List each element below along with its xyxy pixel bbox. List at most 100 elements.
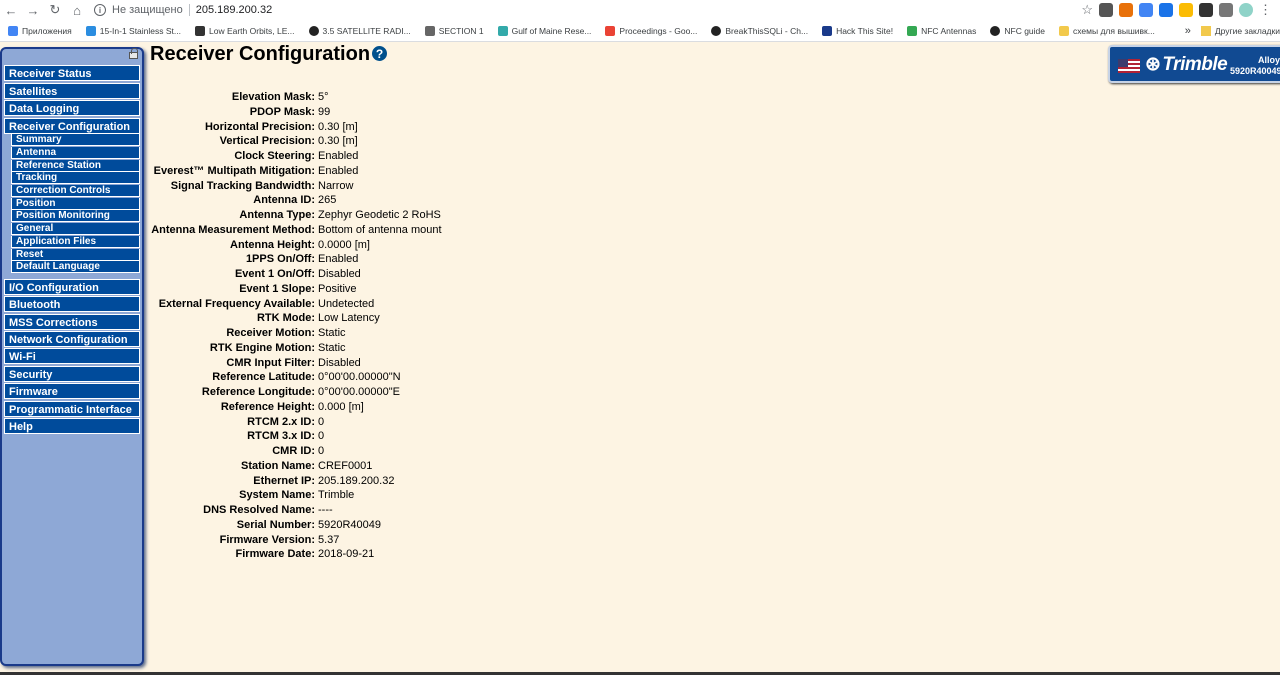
config-row: Station Name: CREF0001 xyxy=(150,459,650,474)
config-row: Reference Longitude: 0°00'00.00000"E xyxy=(150,385,650,400)
profile-avatar[interactable] xyxy=(1239,3,1253,17)
sidebar-subitem-reset[interactable]: Reset xyxy=(11,249,140,261)
url-text[interactable]: 205.189.200.32 xyxy=(196,4,272,16)
bookmark-item[interactable]: схемы для вышивк... xyxy=(1059,25,1155,36)
bookmark-item[interactable]: Low Earth Orbits, LE... xyxy=(195,25,295,36)
sidebar-subitem-position[interactable]: Position xyxy=(11,198,140,210)
extension-icon-1[interactable] xyxy=(1099,3,1113,17)
config-row: Signal Tracking Bandwidth: Narrow xyxy=(150,179,650,194)
star-icon[interactable]: ☆ xyxy=(1081,2,1093,18)
lock-icon[interactable] xyxy=(129,48,138,59)
bookmark-item[interactable]: Gulf of Maine Rese... xyxy=(497,25,591,36)
home-icon[interactable]: ⌂ xyxy=(66,0,88,20)
config-row: External Frequency Available: Undetected xyxy=(150,297,650,312)
config-row: PDOP Mask: 99 xyxy=(150,105,650,120)
menu-kebab-icon[interactable]: ⋮ xyxy=(1259,2,1272,18)
bookmarks-bar: Приложения 15-In-1 Stainless St... Low E… xyxy=(0,20,1280,42)
config-value: Enabled xyxy=(318,164,359,177)
config-value: 0.30 [m] xyxy=(318,120,358,133)
sidebar-item-programmatic-interface[interactable]: Programmatic Interface xyxy=(4,401,140,417)
sidebar-item-network-configuration[interactable]: Network Configuration xyxy=(4,331,140,347)
sidebar-subitem-position-monitoring[interactable]: Position Monitoring xyxy=(11,210,140,222)
config-label: RTCM 2.x ID: xyxy=(247,415,315,428)
config-label: Reference Longitude: xyxy=(201,386,315,398)
config-label: Horizontal Precision: xyxy=(204,120,315,133)
sidebar-item-receiver-configuration[interactable]: Receiver Configuration xyxy=(4,118,140,134)
bookmark-item[interactable]: NFC Antennas xyxy=(907,25,976,36)
sidebar-item-receiver-status[interactable]: Receiver Status xyxy=(4,65,140,81)
sidebar-item-bluetooth[interactable]: Bluetooth xyxy=(4,296,140,312)
extension-icon-7[interactable] xyxy=(1219,3,1233,17)
sidebar-subitem-correction-controls[interactable]: Correction Controls xyxy=(11,185,140,197)
config-value: Zephyr Geodetic 2 RoHS xyxy=(318,209,441,221)
config-label: Reference Height: xyxy=(220,400,315,413)
sidebar-subitem-general[interactable]: General xyxy=(11,223,140,235)
sidebar-item-firmware[interactable]: Firmware xyxy=(4,383,140,399)
sidebar-item-help[interactable]: Help xyxy=(4,418,140,434)
bookmark-item[interactable]: NFC guide xyxy=(990,25,1045,36)
config-row: Vertical Precision: 0.30 [m] xyxy=(150,134,650,149)
config-row: Firmware Version: 5.37 xyxy=(150,533,650,548)
extension-icon-6[interactable] xyxy=(1199,3,1213,17)
config-value: Undetected xyxy=(318,297,375,310)
config-row: Antenna ID: 265 xyxy=(150,193,650,208)
bookmark-item[interactable]: BreakThisSQLi - Ch... xyxy=(711,25,808,36)
help-icon[interactable]: ? xyxy=(372,46,388,61)
extension-icon-3[interactable] xyxy=(1139,3,1153,17)
brand-logo: ⊛ Trimble xyxy=(1145,54,1228,75)
config-value: 5.37 xyxy=(318,533,340,546)
bookmark-item[interactable]: Hack This Site! xyxy=(822,25,893,36)
config-value: Disabled xyxy=(318,356,361,369)
sidebar-subitem-reference-station[interactable]: Reference Station xyxy=(11,160,140,172)
security-label: Не защищено xyxy=(112,4,183,16)
apps-grid-icon xyxy=(8,25,18,36)
bookmark-item[interactable]: Proceedings - Goo... xyxy=(605,25,697,36)
config-label: Signal Tracking Bandwidth: xyxy=(170,179,315,192)
model-name: Alloy xyxy=(1258,55,1280,65)
config-value: Static xyxy=(318,327,346,339)
bookmark-apps[interactable]: Приложения xyxy=(8,25,72,36)
page-title-text: Receiver Configuration xyxy=(150,43,371,65)
page-title: Receiver Configuration ? xyxy=(150,43,388,66)
config-label: CMR ID: xyxy=(272,445,315,457)
sidebar-subitem-application-files[interactable]: Application Files xyxy=(11,236,140,248)
extension-icon-5[interactable] xyxy=(1179,3,1193,17)
config-row: RTK Engine Motion: Static xyxy=(150,341,650,356)
github-icon xyxy=(711,25,722,36)
config-row: Event 1 Slope: Positive xyxy=(150,282,650,297)
sidebar-subitem-antenna[interactable]: Antenna xyxy=(11,147,140,159)
config-label: Ethernet IP: xyxy=(253,474,315,487)
config-value: Disabled xyxy=(318,268,361,280)
config-label: Event 1 Slope: xyxy=(239,282,315,295)
config-row: Elevation Mask: 5° xyxy=(150,90,650,105)
config-value: Enabled xyxy=(318,150,359,162)
config-label: Serial Number: xyxy=(236,518,315,531)
bookmark-item[interactable]: 3.5 SATELLITE RADI... xyxy=(308,25,411,36)
reload-icon[interactable]: ↻ xyxy=(44,0,66,20)
address-bar[interactable]: i Не защищено 205.189.200.32 xyxy=(94,1,272,19)
sidebar-item-wifi[interactable]: Wi-Fi xyxy=(4,348,140,364)
sidebar-subitem-default-language[interactable]: Default Language xyxy=(11,261,140,273)
bookmarks-overflow[interactable]: » xyxy=(1185,25,1191,37)
sidebar-subitem-summary[interactable]: Summary xyxy=(11,134,140,146)
back-icon[interactable]: ← xyxy=(0,0,22,20)
extension-icon-2[interactable] xyxy=(1119,3,1133,17)
sidebar-item-io-configuration[interactable]: I/O Configuration xyxy=(4,279,140,295)
config-label: RTK Mode: xyxy=(256,312,315,325)
sidebar-item-mss-corrections[interactable]: MSS Corrections xyxy=(4,314,140,330)
bookmark-item[interactable]: SECTION 1 xyxy=(424,25,484,36)
sidebar-subitem-tracking[interactable]: Tracking xyxy=(11,172,140,184)
config-value: 99 xyxy=(318,105,331,118)
config-label: Station Name: xyxy=(241,459,315,472)
bookmark-item[interactable]: 15-In-1 Stainless St... xyxy=(85,25,181,36)
config-row: Firmware Date: 2018-09-21 xyxy=(150,547,650,562)
config-label: RTCM 3.x ID: xyxy=(247,430,315,443)
other-bookmarks[interactable]: » Другие закладки xyxy=(1178,20,1280,41)
forward-icon[interactable]: → xyxy=(22,0,44,20)
sidebar-item-security[interactable]: Security xyxy=(4,366,140,382)
extension-icon-4[interactable] xyxy=(1159,3,1173,17)
site-info-icon[interactable]: i xyxy=(94,4,106,16)
sidebar-item-data-logging[interactable]: Data Logging xyxy=(4,100,140,116)
sidebar-item-satellites[interactable]: Satellites xyxy=(4,83,140,99)
folder-icon xyxy=(1059,25,1069,36)
